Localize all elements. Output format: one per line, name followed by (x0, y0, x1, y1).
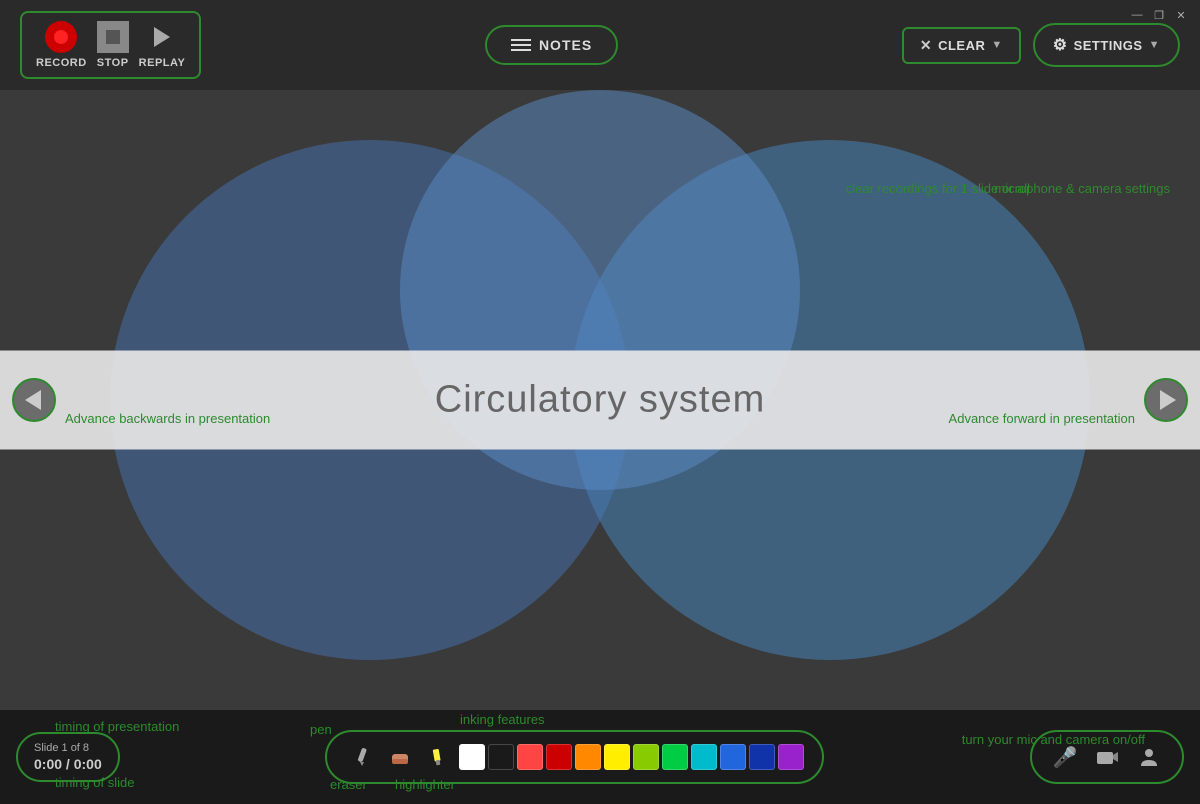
color-swatch-ffffff[interactable] (459, 744, 485, 770)
record-controls: RECORD STOP REPLAY (20, 11, 201, 79)
nav-forward-icon (1160, 390, 1176, 410)
clear-dropdown-icon: ▼ (991, 39, 1002, 51)
clear-label: CLEAR (938, 38, 985, 53)
top-right: ✕ CLEAR ▼ ⚙ SETTINGS ▼ (902, 23, 1180, 67)
settings-dropdown-icon: ▼ (1149, 39, 1160, 51)
color-swatch-ffee00[interactable] (604, 744, 630, 770)
settings-label: SETTINGS (1074, 38, 1143, 53)
restore-button[interactable]: ❐ (1152, 8, 1166, 22)
clear-button[interactable]: ✕ CLEAR ▼ (902, 27, 1021, 64)
time-current: 0:00 (34, 756, 62, 772)
notes-button[interactable]: NOTES (485, 25, 618, 65)
stop-icon (97, 21, 129, 53)
microphone-button[interactable]: 🎤 (1048, 740, 1082, 774)
settings-button[interactable]: ⚙ SETTINGS ▼ (1033, 23, 1180, 67)
minimize-button[interactable]: — (1130, 8, 1144, 22)
time-separator: / (66, 756, 74, 772)
color-swatch-1133aa[interactable] (749, 744, 775, 770)
highlighter-tool-button[interactable] (421, 740, 455, 774)
color-swatch-88cc00[interactable] (633, 744, 659, 770)
color-palette (459, 744, 804, 770)
microphone-icon: 🎤 (1053, 745, 1078, 770)
clear-x-icon: ✕ (920, 37, 932, 54)
stop-label: STOP (97, 57, 129, 69)
person-button[interactable] (1132, 740, 1166, 774)
pen-icon (351, 746, 373, 768)
color-swatch-9922cc[interactable] (778, 744, 804, 770)
eraser-tool-button[interactable] (383, 740, 417, 774)
highlighter-icon (427, 746, 449, 768)
color-swatch-2266dd[interactable] (720, 744, 746, 770)
annotation-inking: inking features (460, 711, 545, 729)
replay-label: REPLAY (139, 57, 186, 69)
nav-back-button[interactable] (12, 378, 56, 422)
notes-label: NOTES (539, 37, 592, 53)
top-bar: RECORD STOP REPLAY NOTES ✕ CLEAR ▼ (0, 0, 1200, 90)
replay-button[interactable]: REPLAY (139, 21, 186, 69)
camera-icon (1095, 745, 1119, 769)
media-controls: 🎤 (1030, 730, 1184, 784)
slide-info: Slide 1 of 8 0:00 / 0:00 (16, 732, 120, 782)
replay-icon (146, 21, 178, 53)
record-button[interactable]: RECORD (36, 21, 87, 69)
settings-icon: ⚙ (1053, 35, 1068, 55)
camera-button[interactable] (1090, 740, 1124, 774)
stop-button[interactable]: STOP (97, 21, 129, 69)
record-icon (45, 21, 77, 53)
slide-title-banner: Circulatory system (0, 351, 1200, 450)
slide-area: Circulatory system clear recordings for … (0, 90, 1200, 710)
slide-time: 0:00 / 0:00 (34, 756, 102, 772)
slide-title: Circulatory system (435, 379, 766, 421)
annotation-pen: pen (310, 721, 332, 739)
notes-icon (511, 39, 531, 51)
color-swatch-1a1a1a[interactable] (488, 744, 514, 770)
nav-forward-button[interactable] (1144, 378, 1188, 422)
bottom-bar: Slide 1 of 8 0:00 / 0:00 (0, 710, 1200, 804)
slide-timing-area: Slide 1 of 8 0:00 / 0:00 (16, 732, 120, 782)
nav-back-icon (25, 390, 41, 410)
window-controls: — ❐ ✕ (1130, 8, 1188, 22)
eraser-icon (389, 746, 411, 768)
slide-number: Slide 1 of 8 (34, 742, 102, 754)
color-swatch-00cc44[interactable] (662, 744, 688, 770)
color-swatch-00bbcc[interactable] (691, 744, 717, 770)
pen-tool-button[interactable] (345, 740, 379, 774)
time-total: 0:00 (74, 756, 102, 772)
color-swatch-cc0000[interactable] (546, 744, 572, 770)
color-swatch-ff8800[interactable] (575, 744, 601, 770)
top-center: NOTES (485, 25, 618, 65)
close-button[interactable]: ✕ (1174, 8, 1188, 22)
color-swatch-ff4444[interactable] (517, 744, 543, 770)
person-icon (1138, 746, 1160, 768)
record-label: RECORD (36, 57, 87, 69)
drawing-toolbar (325, 730, 824, 784)
